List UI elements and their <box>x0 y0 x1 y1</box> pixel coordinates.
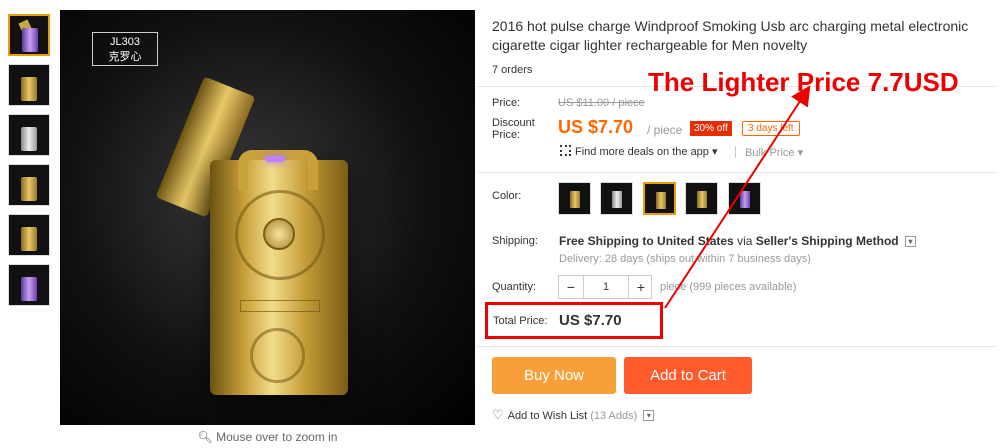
annotation-arrow <box>664 85 811 309</box>
arrow-line <box>664 85 811 309</box>
